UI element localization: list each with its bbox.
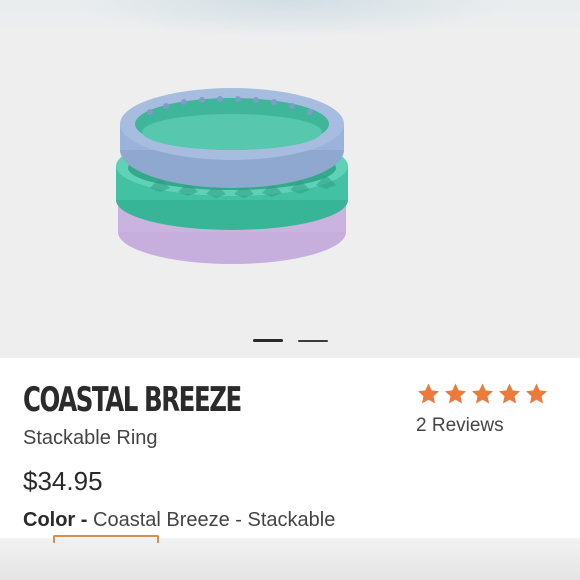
product-title: COASTAL BREEZE — [23, 380, 242, 420]
selected-color-swatch[interactable] — [53, 535, 159, 543]
product-price: $34.95 — [23, 466, 103, 496]
star-icon — [526, 383, 547, 404]
carousel-dot-2[interactable] — [298, 340, 328, 342]
color-selector-label: Color - Coastal Breeze - Stackable — [23, 509, 335, 532]
carousel-pagination — [253, 339, 333, 343]
product-subtitle: Stackable Ring — [23, 427, 158, 449]
rating-stars[interactable] — [416, 382, 549, 406]
reviews-link[interactable]: 2 Reviews — [416, 415, 504, 437]
carousel-dot-1[interactable] — [253, 339, 283, 342]
color-value: Coastal Breeze - Stackable — [93, 509, 336, 531]
star-icon — [418, 383, 439, 404]
star-icon — [472, 383, 493, 404]
swatch-strip — [0, 538, 580, 580]
product-image-gallery[interactable] — [0, 0, 580, 358]
ring-stack-image — [116, 88, 348, 264]
star-icon — [499, 383, 520, 404]
star-icon — [445, 383, 466, 404]
color-label: Color - — [23, 509, 88, 531]
